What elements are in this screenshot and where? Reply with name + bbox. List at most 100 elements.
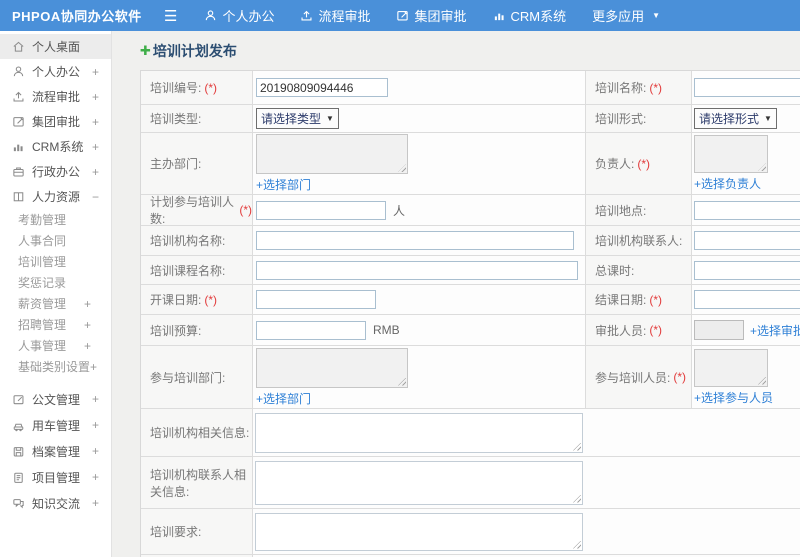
resize-handle[interactable]	[573, 442, 581, 451]
sidebar-item-hr-contract[interactable]: 人事合同	[0, 230, 111, 251]
form-row: 培训预算: RMB 审批人员:(*) +选择审批人员	[141, 315, 800, 346]
expand-icon[interactable]: +	[92, 90, 99, 104]
page-title: ✚ 培训计划发布	[140, 43, 237, 59]
field-label-approver: 审批人员: (*)	[586, 315, 692, 345]
sidebar-submenu-hr: 考勤管理 人事合同 培训管理 奖惩记录 薪资管理 + 招聘管理 + 人事管理 + 基础…	[0, 209, 111, 377]
main-content: ✚ 培训计划发布 培训编号:(*) 培训名称:(*) 培训类型: 请选择类型▼ …	[112, 31, 800, 557]
start-date-input[interactable]	[256, 290, 376, 309]
book-icon	[12, 190, 25, 203]
expand-icon[interactable]: +	[84, 297, 91, 311]
resize-handle[interactable]	[398, 377, 406, 386]
sidebar-item-project-mgmt[interactable]: 项目管理 +	[0, 464, 111, 490]
expand-icon[interactable]: +	[92, 165, 99, 179]
sidebar-item-training-mgmt[interactable]: 培训管理	[0, 251, 111, 272]
nav-crm-system[interactable]: CRM系统	[480, 0, 580, 31]
sidebar-item-personal-desktop[interactable]: 个人桌面	[0, 34, 111, 59]
form-row: 主办部门: +选择部门 负责人: (*) +选择负责人	[141, 133, 800, 195]
expand-icon[interactable]: +	[92, 418, 99, 432]
training-plan-form: 培训编号:(*) 培训名称:(*) 培训类型: 请选择类型▼ 培训形式: 请选择…	[140, 70, 800, 557]
sidebar-item-vehicle-mgmt[interactable]: 用车管理 +	[0, 412, 111, 438]
training-number-input[interactable]	[256, 78, 388, 97]
briefcase-icon	[12, 165, 25, 178]
form-row: 计划参与培训人数: (*) 人 培训地点:	[141, 195, 800, 226]
collapse-icon[interactable]: −	[92, 190, 99, 204]
sidebar-item-base-category-settings[interactable]: 基础类别设置 +	[0, 356, 111, 377]
form-row: 培训机构联系人相关信息:	[141, 457, 800, 509]
select-leader-link[interactable]: +选择负责人	[694, 175, 761, 192]
contact-info-textarea[interactable]	[255, 460, 583, 505]
expand-icon[interactable]: +	[92, 115, 99, 129]
field-label-join-people: 参与培训人员: (*)	[586, 346, 692, 408]
expand-icon[interactable]: +	[90, 360, 97, 374]
unit-label: 人	[393, 203, 406, 218]
resize-handle[interactable]	[758, 376, 766, 385]
total-hours-input[interactable]	[694, 260, 800, 280]
sidebar-item-knowledge-exchange[interactable]: 知识交流 +	[0, 490, 111, 516]
expand-icon[interactable]: +	[92, 392, 99, 406]
chat-icon	[12, 497, 25, 510]
training-mode-select[interactable]: 请选择形式 ▼	[694, 108, 777, 129]
sidebar-item-document-mgmt[interactable]: 公文管理 +	[0, 386, 111, 412]
budget-input[interactable]	[256, 320, 366, 340]
sidebar-item-recruit-mgmt[interactable]: 招聘管理 +	[0, 314, 111, 335]
select-join-dept-link[interactable]: +选择部门	[256, 390, 311, 407]
sidebar-item-reward-record[interactable]: 奖惩记录	[0, 272, 111, 293]
sidebar-item-crm-system[interactable]: CRM系统 +	[0, 134, 111, 159]
join-dept-box[interactable]	[256, 347, 408, 388]
project-icon	[12, 471, 25, 484]
nav-more-apps[interactable]: 更多应用 ▼	[579, 0, 673, 31]
sidebar-item-admin-office[interactable]: 行政办公 +	[0, 159, 111, 184]
sidebar-item-salary-mgmt[interactable]: 薪资管理 +	[0, 293, 111, 314]
select-dept-link[interactable]: +选择部门	[256, 176, 311, 193]
expand-icon[interactable]: +	[92, 65, 99, 79]
resize-handle[interactable]	[573, 540, 581, 549]
approver-box[interactable]	[694, 320, 744, 340]
caret-down-icon: ▼	[764, 114, 772, 123]
training-type-select[interactable]: 请选择类型 ▼	[256, 108, 339, 129]
expand-icon[interactable]: +	[92, 140, 99, 154]
join-people-box[interactable]	[694, 348, 768, 387]
requirement-textarea[interactable]	[255, 512, 583, 551]
resize-handle[interactable]	[573, 494, 581, 503]
org-info-textarea[interactable]	[255, 412, 583, 453]
training-name-input[interactable]	[694, 78, 800, 97]
nav-group-approval[interactable]: 集团审批	[383, 0, 479, 31]
sidebar-item-attendance-mgmt[interactable]: 考勤管理	[0, 209, 111, 230]
nav-workflow-approval[interactable]: 流程审批	[287, 0, 383, 31]
form-row: 培训机构名称: 培训机构联系人:	[141, 226, 800, 256]
expand-icon[interactable]: +	[84, 318, 91, 332]
org-contact-input[interactable]	[694, 231, 800, 250]
select-join-people-link[interactable]: +选择参与人员	[694, 389, 773, 406]
sidebar-item-workflow-approval[interactable]: 流程审批 +	[0, 84, 111, 109]
sidebar-item-personnel-mgmt[interactable]: 人事管理 +	[0, 335, 111, 356]
topbar: PHPOA协同办公软件 ☰ 个人办公 流程审批 集团审批 CRM系统 更多应用 …	[0, 0, 800, 31]
sidebar: 个人桌面 个人办公 + 流程审批 + 集团审批 + CRM系统 + 行政办公 +…	[0, 31, 112, 557]
resize-handle[interactable]	[758, 163, 766, 171]
end-date-input[interactable]	[694, 290, 800, 309]
expand-icon[interactable]: +	[92, 444, 99, 458]
field-label-budget: 培训预算:	[141, 315, 253, 345]
expand-icon[interactable]: +	[92, 470, 99, 484]
doc-icon	[12, 393, 25, 406]
sidebar-item-archive-mgmt[interactable]: 档案管理 +	[0, 438, 111, 464]
sidebar-item-human-resources[interactable]: 人力资源 −	[0, 184, 111, 209]
car-icon	[12, 419, 25, 432]
nav-personal-office[interactable]: 个人办公	[191, 0, 287, 31]
select-approver-link[interactable]: +选择审批人员	[750, 322, 800, 339]
sidebar-item-personal-office[interactable]: 个人办公 +	[0, 59, 111, 84]
location-input[interactable]	[694, 200, 800, 220]
host-dept-box[interactable]	[256, 134, 408, 174]
expand-icon[interactable]: +	[92, 496, 99, 510]
leader-box[interactable]	[694, 135, 768, 173]
resize-handle[interactable]	[398, 164, 406, 172]
sidebar-item-group-approval[interactable]: 集团审批 +	[0, 109, 111, 134]
org-name-input[interactable]	[256, 231, 574, 250]
planned-count-input[interactable]	[256, 200, 386, 220]
app-logo: PHPOA协同办公软件	[12, 9, 142, 24]
menu-icon[interactable]: ☰	[150, 7, 191, 25]
expand-icon[interactable]: +	[84, 339, 91, 353]
course-name-input[interactable]	[256, 260, 578, 280]
form-row: 培训类型: 请选择类型 ▼ 培训形式: 请选择形式 ▼	[141, 105, 800, 133]
field-label-name: 培训名称: (*)	[586, 71, 692, 104]
form-row: 培训课程名称: 总课时:	[141, 256, 800, 285]
